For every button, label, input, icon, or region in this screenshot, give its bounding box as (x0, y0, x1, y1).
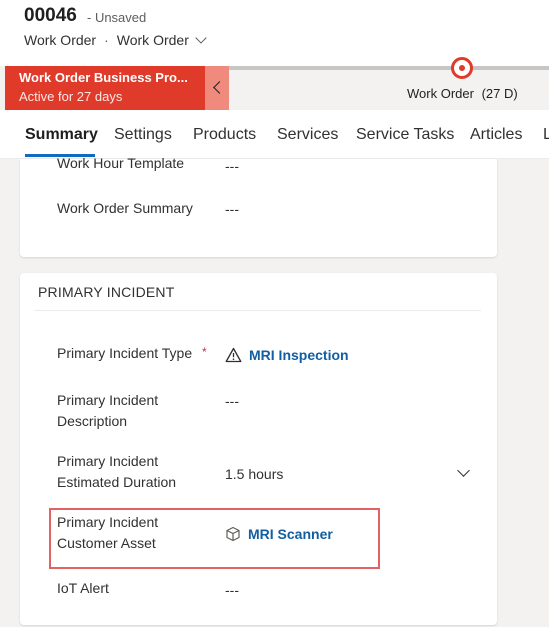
chevron-down-icon (195, 32, 207, 44)
tab-settings[interactable]: Settings (114, 126, 172, 144)
stage-name: Work Order (407, 86, 474, 101)
tab-overflow[interactable]: L (543, 126, 549, 144)
primary-incident-type-lookup[interactable]: MRI Inspection (225, 347, 349, 363)
record-header: 00046 - Unsaved Work Order · Work Order (0, 0, 549, 66)
stage-target-icon[interactable] (451, 57, 473, 79)
tab-bar: Summary Settings Products Services Servi… (0, 110, 549, 159)
iot-alert-value[interactable]: --- (225, 582, 239, 598)
primary-incident-type-label: Primary Incident Type (57, 345, 193, 361)
bpf-progress-line (229, 66, 549, 70)
required-indicator: * (202, 345, 207, 359)
section-title: PRIMARY INCIDENT (38, 284, 175, 300)
bpf-active-duration: Active for 27 days (19, 89, 123, 104)
bpf-flyout-button[interactable]: Work Order Business Pro... Active for 27… (5, 66, 205, 110)
work-order-summary-value[interactable]: --- (225, 201, 239, 217)
primary-incident-duration-label: Primary Incident Estimated Duration (57, 451, 176, 493)
iot-alert-label: IoT Alert (57, 580, 109, 596)
label-line-2: Estimated Duration (57, 474, 177, 490)
primary-incident-description-label: Primary Incident Description (57, 390, 158, 432)
entity-name: Work Order (24, 32, 97, 48)
tab-service-tasks[interactable]: Service Tasks (356, 126, 454, 144)
work-hour-template-value[interactable]: --- (225, 158, 239, 174)
highlight-box (49, 508, 380, 569)
warning-triangle-icon (225, 347, 242, 363)
entity-form-row: Work Order · Work Order (24, 32, 207, 48)
primary-incident-section: PRIMARY INCIDENT Primary Incident Type *… (20, 273, 497, 625)
form-selector[interactable]: Work Order (116, 32, 207, 48)
chevron-down-icon[interactable] (457, 464, 470, 477)
record-id: 00046 (24, 5, 77, 26)
label-line-2: Description (57, 413, 128, 429)
general-section: Work Hour Template --- Work Order Summar… (20, 155, 497, 257)
section-divider (34, 310, 481, 311)
label-line-1: Primary Incident (57, 453, 159, 469)
work-hour-template-label: Work Hour Template (57, 155, 185, 171)
tab-articles[interactable]: Articles (470, 126, 522, 144)
stage-label[interactable]: Work Order (27 D) (407, 86, 518, 101)
record-save-status: - Unsaved (87, 10, 147, 25)
chevron-left-icon (213, 81, 226, 94)
stage-duration: (27 D) (481, 86, 518, 101)
tab-products[interactable]: Products (193, 126, 256, 144)
primary-incident-duration-value[interactable]: 1.5 hours (225, 466, 283, 482)
label-line-1: Primary Incident (57, 392, 159, 408)
primary-incident-description-value[interactable]: --- (225, 393, 239, 409)
form-name: Work Order (116, 32, 189, 48)
primary-incident-type-value: MRI Inspection (249, 347, 349, 363)
work-order-summary-label: Work Order Summary (57, 200, 193, 216)
bpf-title: Work Order Business Pro... (19, 70, 188, 85)
entity-separator: · (104, 32, 109, 48)
tab-services[interactable]: Services (277, 126, 338, 144)
bpf-collapse-button[interactable] (205, 66, 229, 110)
tab-summary[interactable]: Summary (25, 126, 98, 144)
